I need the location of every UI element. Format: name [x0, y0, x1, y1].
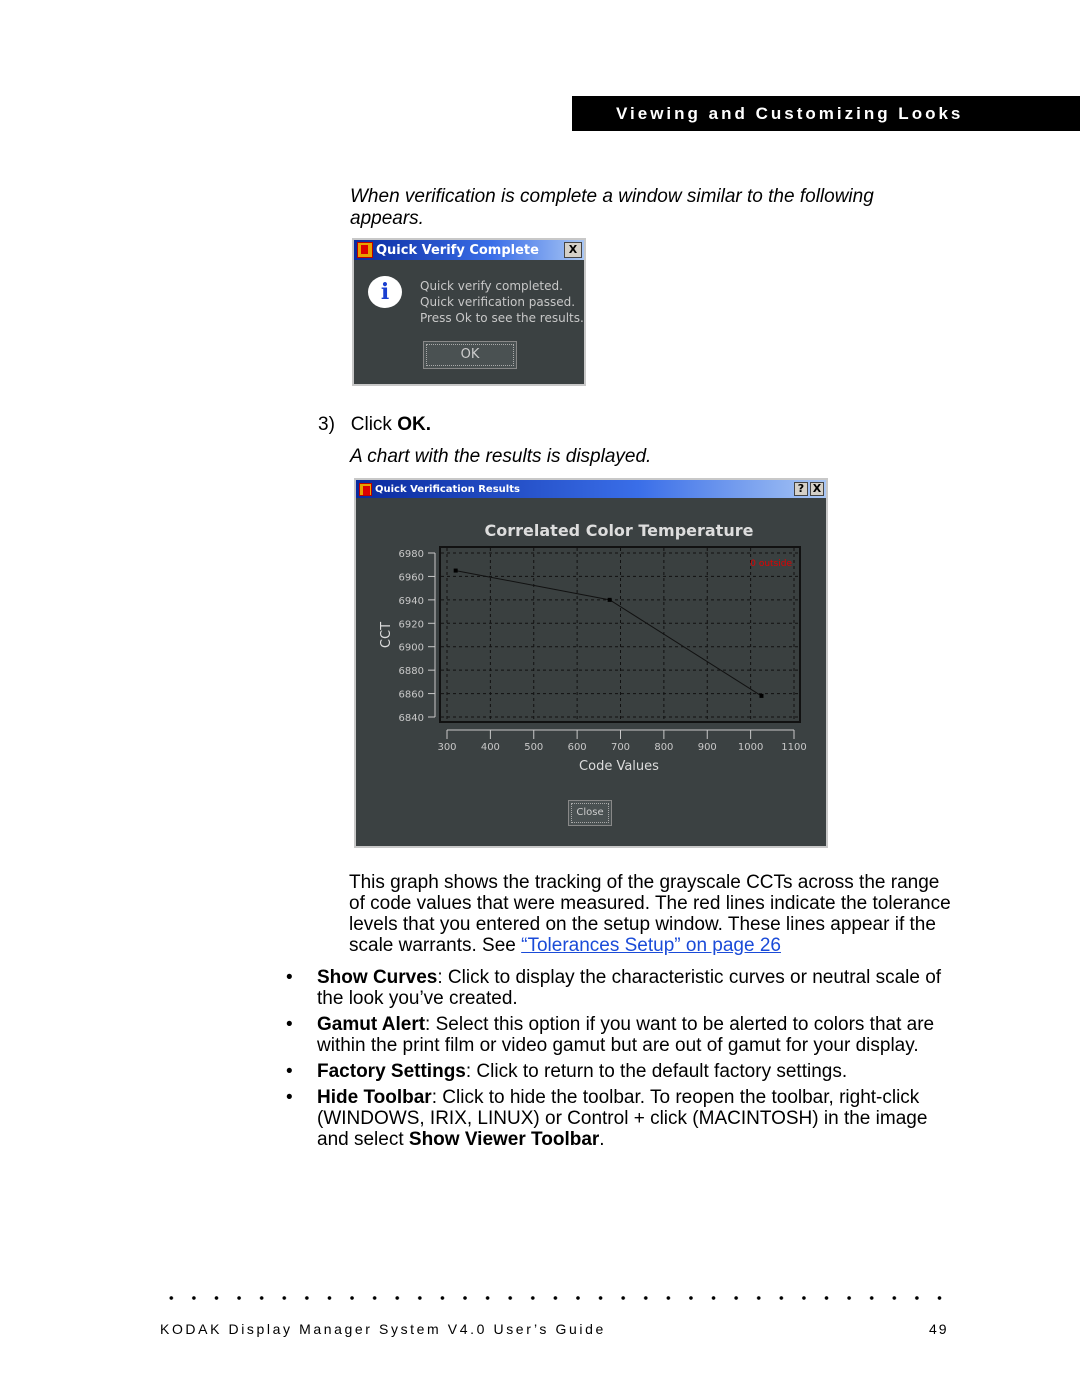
step-number: 3)	[318, 414, 335, 435]
data-point	[759, 693, 764, 698]
list-item: Factory Settings: Click to return to the…	[286, 1061, 957, 1082]
item-term: Show Viewer Toolbar	[408, 1129, 600, 1150]
step-bold: OK.	[397, 414, 431, 435]
x-tick-label: 800	[654, 742, 673, 753]
y-tick-label: 6840	[399, 713, 424, 724]
step-3: 3) Click OK.	[318, 414, 431, 435]
tolerances-setup-link[interactable]: “Tolerances Setup” on page 26	[521, 935, 781, 956]
data-point	[607, 597, 612, 602]
x-tick-label: 300	[437, 742, 456, 753]
message-line: Quick verification passed.	[420, 295, 576, 309]
y-tick-label: 6880	[399, 666, 424, 677]
x-tick-label: 400	[481, 742, 500, 753]
y-tick-label: 6980	[399, 549, 424, 560]
x-tick-label: 600	[568, 742, 587, 753]
y-tick-label: 6860	[399, 690, 424, 701]
kodak-logo-icon	[357, 242, 373, 258]
y-axis-label: CCT	[379, 622, 394, 648]
item-term: Gamut Alert	[317, 1014, 426, 1035]
item-text: : Click to return to the default factory…	[465, 1061, 848, 1082]
x-tick-label: 1100	[781, 742, 806, 753]
x-axis-label: Code Values	[579, 759, 659, 774]
page-number: 49	[929, 1321, 949, 1337]
close-button[interactable]: Close	[568, 800, 612, 826]
dialog-title: Quick Verify Complete	[376, 242, 539, 258]
x-tick-label: 900	[698, 742, 717, 753]
info-icon: i	[368, 276, 402, 308]
options-list: Show Curves: Click to display the charac…	[286, 967, 957, 1155]
quick-verification-results-dialog: Quick Verification Results ? X Correlate…	[354, 478, 828, 848]
cct-chart: Correlated Color Temperature 300 400 500 600…	[379, 521, 807, 774]
item-term: Factory Settings	[317, 1061, 466, 1082]
item-term: Show Curves	[317, 967, 438, 988]
item-term: Hide Toolbar	[317, 1087, 432, 1108]
ok-button[interactable]: OK	[423, 341, 517, 369]
list-item: Show Curves: Click to display the charac…	[286, 967, 957, 1009]
description-paragraph: This graph shows the tracking of the gra…	[349, 872, 954, 956]
dialog-message: Quick verify completed. Quick verificati…	[420, 278, 584, 326]
section-header: Viewing and Customizing Looks	[572, 96, 1080, 131]
intro-text: When verification is complete a window s…	[350, 186, 874, 229]
step-text: Click	[350, 414, 398, 435]
close-button[interactable]: X	[564, 242, 582, 258]
footer-dots	[160, 1296, 950, 1300]
y-tick-label: 6940	[399, 596, 424, 607]
result-note: A chart with the results is displayed.	[350, 446, 652, 467]
x-tick-label: 1000	[738, 742, 763, 753]
message-line: Quick verify completed.	[420, 279, 563, 293]
chart-title: Correlated Color Temperature	[485, 521, 754, 540]
x-tick-label: 500	[524, 742, 543, 753]
x-tick-label: 700	[611, 742, 630, 753]
outside-annotation: 0 outside	[750, 559, 792, 569]
y-tick-label: 6920	[399, 619, 424, 630]
y-tick-label: 6900	[399, 643, 424, 654]
quick-verify-dialog: Quick Verify Complete X i Quick verify c…	[352, 238, 586, 386]
item-text: .	[599, 1129, 605, 1150]
list-item: Hide Toolbar: Click to hide the toolbar.…	[286, 1087, 957, 1150]
message-line: Press Ok to see the results.	[420, 311, 584, 325]
data-point	[453, 568, 458, 573]
document-page: Viewing and Customizing Looks When verif…	[0, 0, 1080, 1397]
footer-title: KODAK Display Manager System V4.0 User’s…	[160, 1321, 606, 1337]
y-tick-label: 6960	[399, 572, 424, 583]
dialog-titlebar: Quick Verify Complete X	[354, 240, 584, 260]
list-item: Gamut Alert: Select this option if you w…	[286, 1014, 957, 1056]
